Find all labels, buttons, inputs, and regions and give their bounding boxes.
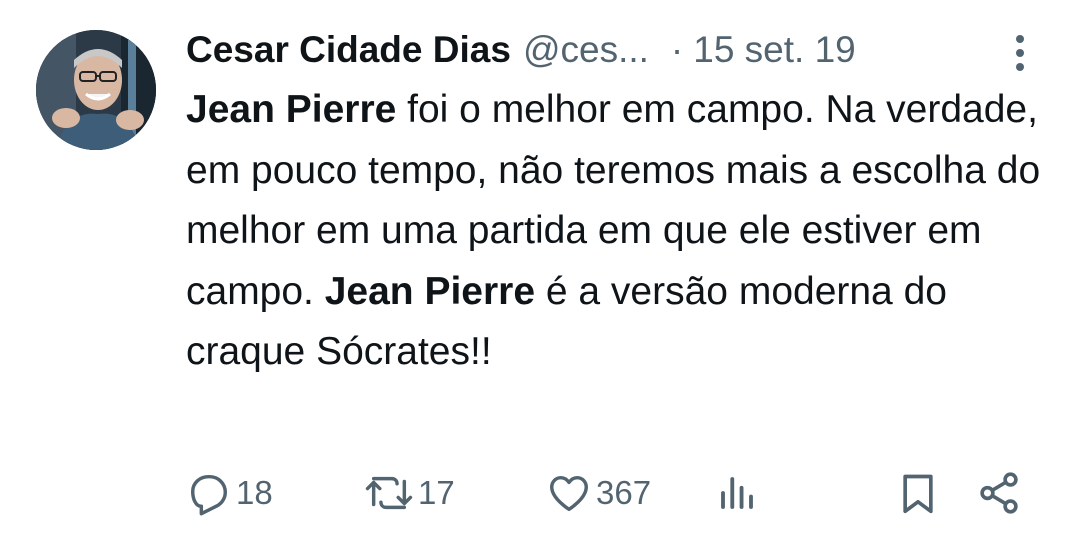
more-options-button[interactable]	[1004, 32, 1036, 74]
like-button[interactable]: 367	[546, 466, 651, 520]
avatar-photo-icon	[36, 30, 156, 150]
heart-icon	[550, 475, 588, 512]
tweet[interactable]: Cesar Cidade Dias @ces... · 15 set. 19 J…	[0, 0, 1076, 543]
share-icon	[980, 472, 1018, 514]
tweet-header: Cesar Cidade Dias @ces... · 15 set. 19	[186, 26, 856, 74]
tweet-text-bold-segment: Jean Pierre	[186, 88, 397, 131]
retweet-button[interactable]: 17	[364, 466, 455, 520]
views-button[interactable]	[716, 466, 758, 520]
reply-count: 18	[236, 474, 273, 511]
timestamp[interactable]: 15 set. 19	[693, 29, 856, 71]
action-bar: 18 17 367	[186, 466, 1026, 520]
author-handle[interactable]: @ces...	[523, 29, 649, 71]
retweet-icon	[365, 476, 413, 510]
share-button[interactable]	[976, 466, 1022, 520]
author-name[interactable]: Cesar Cidade Dias	[186, 29, 511, 71]
avatar[interactable]	[36, 30, 156, 150]
retweet-count: 17	[418, 474, 455, 511]
more-vertical-icon	[1016, 35, 1024, 71]
separator-dot: ·	[670, 29, 684, 70]
like-count: 367	[596, 474, 652, 511]
tweet-text-bold-segment: Jean Pierre	[324, 269, 536, 313]
reply-button[interactable]: 18	[186, 466, 273, 520]
analytics-icon	[721, 477, 753, 509]
bookmark-button[interactable]	[896, 466, 940, 520]
reply-icon	[190, 474, 228, 516]
tweet-text: Jean Pierre foi o melhor em campo. Na ve…	[186, 80, 1056, 383]
bookmark-icon	[903, 474, 933, 514]
